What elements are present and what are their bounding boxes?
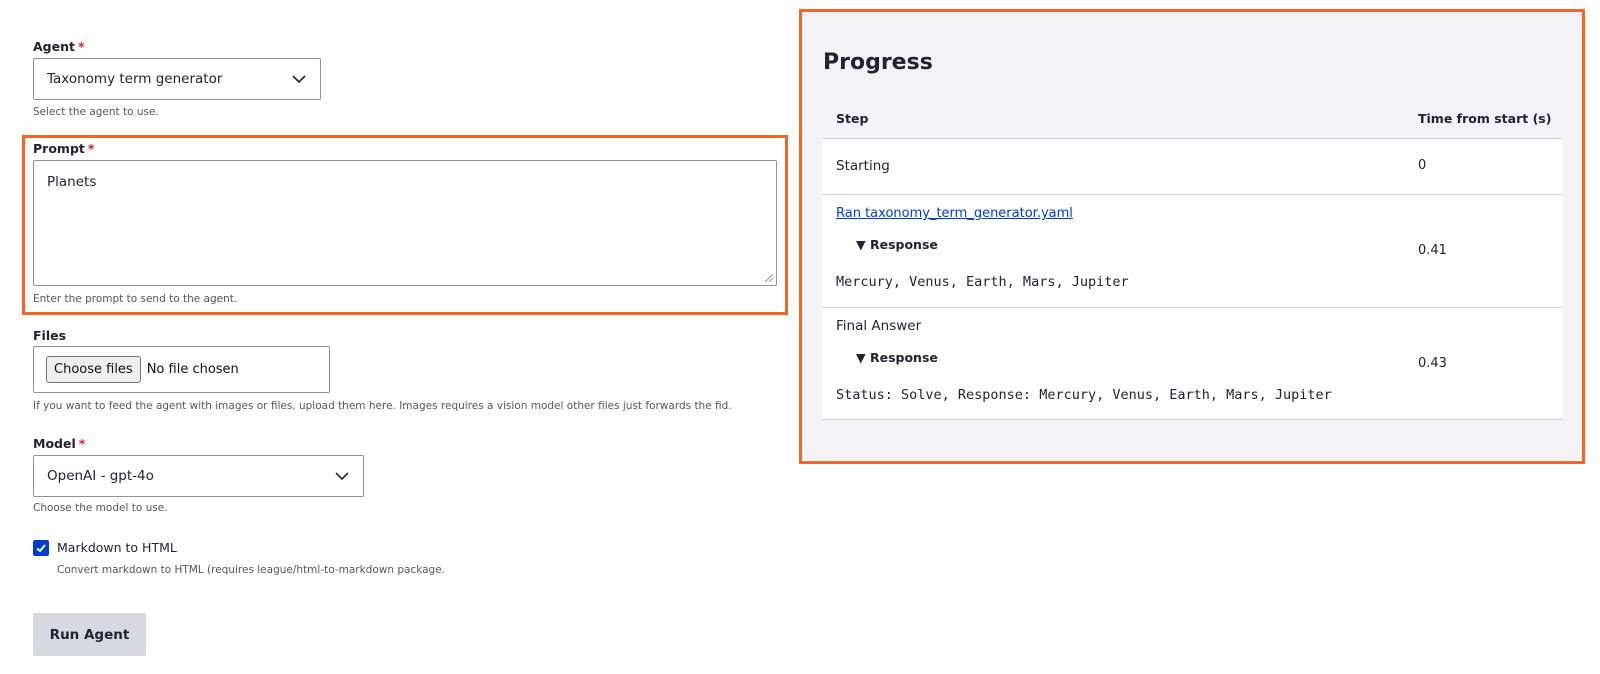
response-output: Status: Solve, Response: Mercury, Venus,… [836, 387, 1332, 403]
agent-description: Select the agent to use. [33, 106, 159, 118]
required-marker: * [77, 39, 85, 54]
agent-select[interactable]: Taxonomy term generator [33, 58, 321, 100]
choose-files-button[interactable]: Choose files [46, 356, 141, 383]
run-agent-button[interactable]: Run Agent [33, 613, 146, 656]
column-header-step: Step [836, 111, 869, 126]
progress-panel: Progress Step Time from start (s) Starti… [802, 12, 1586, 460]
table-row: Final Answer ▼ Response Status: Solve, R… [822, 308, 1563, 420]
prompt-label: Prompt * [33, 141, 95, 156]
response-toggle[interactable]: ▼ Response [856, 350, 938, 365]
response-output: Mercury, Venus, Earth, Mars, Jupiter [836, 274, 1129, 290]
step-time: 0.41 [1418, 243, 1447, 258]
markdown-description: Convert markdown to HTML (requires leagu… [57, 564, 446, 576]
required-marker: * [87, 141, 95, 156]
step-name: Final Answer [836, 318, 922, 334]
progress-title: Progress [823, 50, 933, 75]
table-row: Starting 0 [822, 139, 1563, 195]
file-status: No file chosen [146, 362, 239, 377]
required-marker: * [78, 436, 86, 451]
step-log-link[interactable]: Ran taxonomy_term_generator.yaml [836, 206, 1073, 221]
prompt-value: Planets [47, 174, 97, 190]
chevron-down-icon [335, 472, 349, 481]
prompt-textarea[interactable]: Planets [33, 160, 777, 286]
agent-label: Agent * [33, 39, 85, 54]
model-select[interactable]: OpenAI - gpt-4o [33, 455, 364, 497]
response-toggle[interactable]: ▼ Response [856, 237, 938, 252]
step-cell: Ran taxonomy_term_generator.yaml [836, 205, 1073, 221]
markdown-checkbox[interactable] [33, 540, 49, 556]
step-time: 0.43 [1418, 356, 1447, 371]
files-label: Files [33, 328, 67, 343]
markdown-label: Markdown to HTML [57, 540, 177, 555]
column-header-time: Time from start (s) [1418, 111, 1552, 126]
chevron-down-icon [292, 75, 306, 84]
table-row: Ran taxonomy_term_generator.yaml ▼ Respo… [822, 195, 1563, 308]
checkmark-icon [36, 544, 46, 553]
progress-table: Step Time from start (s) Starting 0 Ran … [822, 98, 1563, 420]
agent-select-value: Taxonomy term generator [47, 71, 223, 87]
model-label: Model * [33, 436, 86, 451]
file-input[interactable]: Choose files No file chosen [33, 346, 330, 393]
model-select-value: OpenAI - gpt-4o [47, 468, 154, 484]
model-description: Choose the model to use. [33, 502, 168, 514]
step-name: Starting [836, 158, 890, 174]
table-header: Step Time from start (s) [822, 98, 1563, 139]
step-time: 0 [1418, 158, 1427, 173]
prompt-description: Enter the prompt to send to the agent. [33, 293, 238, 305]
resize-grip-icon[interactable] [764, 273, 774, 283]
page: Agent * Taxonomy term generator Select th… [0, 0, 1600, 674]
files-description: If you want to feed the agent with image… [33, 400, 732, 412]
